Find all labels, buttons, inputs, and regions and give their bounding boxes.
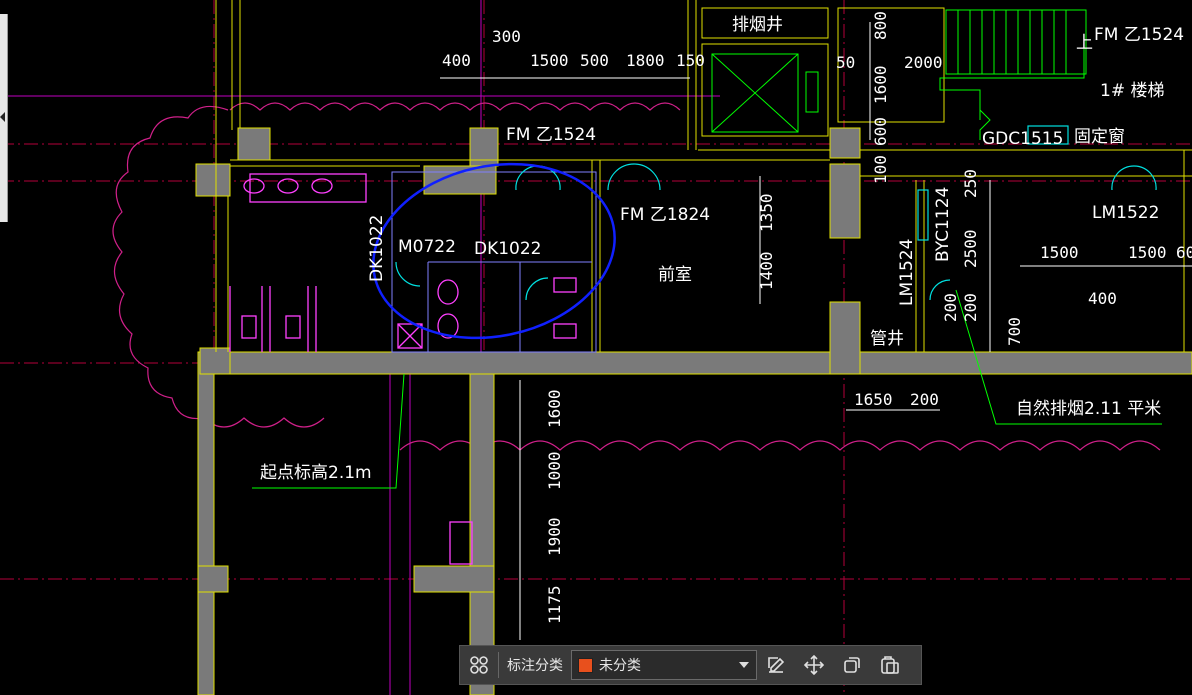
edit-icon[interactable] [757,646,795,684]
label-fixed-window: 固定窗 [1074,127,1125,147]
label-fm-top: FM 乙1524 [1094,25,1184,45]
dim-v1175: 1175 [545,585,564,624]
revision-cloud-bottom [399,440,1161,451]
leader-lines [252,109,1162,489]
dim-100: 100 [871,155,890,184]
dim-1650: 1650 [854,390,893,409]
dim-v1900: 1900 [545,517,564,556]
label-anteroom: 前室 [658,265,692,285]
dim-1500c: 1500 [1128,243,1167,262]
cad-drawing-canvas[interactable]: 300 400 1500 500 1800 150 50 2000 1650 2… [0,0,1192,695]
dim-800: 800 [871,11,890,40]
dim-400b: 400 [1088,289,1117,308]
collapse-arrow-icon [0,112,5,122]
stair [939,9,1087,120]
label-m0722: M0722 [398,237,456,257]
dim-500: 500 [580,51,609,70]
dim-200b: 200 [961,293,980,322]
dim-700: 700 [1005,317,1024,346]
dim-600: 600 [871,117,890,146]
move-icon[interactable] [795,646,833,684]
smoke-shaft-box [711,53,819,133]
dim-150: 150 [676,51,705,70]
label-stair: 1# 楼梯 [1100,81,1164,101]
label-up: 上 [1076,33,1093,53]
label-dk1022: DK1022 [474,239,542,259]
dim-1350: 1350 [757,193,776,232]
dim-2000: 2000 [904,53,943,72]
label-pipe-shaft: 管井 [870,329,904,349]
category-value: 未分类 [599,658,641,674]
chevron-down-icon [739,662,749,668]
copy-icon[interactable] [833,646,871,684]
side-panel-toggle[interactable] [0,14,8,222]
label-fm-1824: FM 乙1824 [620,205,710,225]
dim-2500: 2500 [961,229,980,268]
label-gdc: GDC1515 [982,129,1063,149]
dim-200c: 200 [910,390,939,409]
label-start-elevation: 起点标高2.1m [260,463,372,483]
label-natural-smoke: 自然排烟2.11 平米 [1016,399,1161,419]
dim-200a: 200 [941,293,960,322]
dim-300: 300 [492,27,521,46]
dim-1500: 1500 [530,51,569,70]
label-dk1022-vertical: DK1022 [367,214,387,282]
label-lm1522: LM1522 [1092,203,1159,223]
label-lm1524: LM1524 [897,239,917,306]
annotation-toolbar: 标注分类 未分类 [459,645,922,685]
dim-1500b: 1500 [1040,243,1079,262]
annotation-class-label: 标注分类 [507,658,563,674]
category-select[interactable]: 未分类 [571,650,757,680]
dim-1600: 1600 [871,65,890,104]
category-color-swatch [578,657,593,673]
dim-v1600: 1600 [545,389,564,428]
dim-1800: 1800 [626,51,665,70]
dim-50: 50 [836,53,855,72]
dim-250: 250 [961,169,980,198]
dim-400: 400 [442,51,471,70]
label-smoke-shaft: 排烟井 [732,15,783,35]
dim-1400: 1400 [757,251,776,290]
label-byc1124: BYC1124 [933,187,953,262]
paste-icon[interactable] [871,646,909,684]
label-fm-mid: FM 乙1524 [506,125,596,145]
doors [395,125,1157,301]
dim-60: 60 [1176,243,1192,262]
grid-apps-icon[interactable] [460,646,498,684]
dim-v1000: 1000 [545,451,564,490]
